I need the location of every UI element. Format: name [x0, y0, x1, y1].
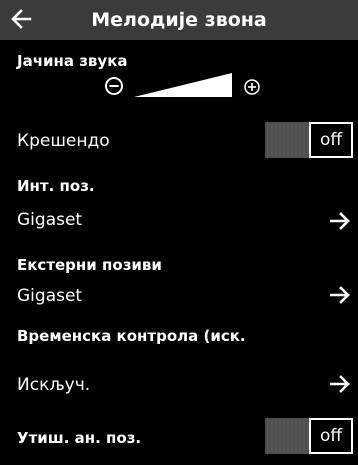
- arrow-right-icon[interactable]: [330, 212, 350, 230]
- time-control-value: Искључ.: [17, 375, 91, 395]
- volume-level-indicator[interactable]: [134, 72, 232, 98]
- mute-anonymous-label: Утиш. ан. поз.: [17, 429, 142, 447]
- arrow-right-icon[interactable]: [330, 375, 350, 393]
- toggle-knob: [265, 418, 309, 454]
- volume-control: [104, 72, 270, 100]
- plus-circle-icon[interactable]: [242, 77, 262, 97]
- crescendo-label: Крешендо: [17, 131, 110, 151]
- header-bar: Мелодије звона: [0, 0, 358, 40]
- time-control-row[interactable]: Искључ.: [0, 370, 358, 406]
- toggle-state: off: [309, 418, 353, 454]
- internal-calls-row[interactable]: Gigaset: [0, 203, 358, 239]
- internal-calls-value: Gigaset: [17, 210, 83, 230]
- time-control-label: Временска контрола (иск.: [17, 327, 246, 345]
- toggle-knob: [265, 122, 309, 158]
- external-calls-value: Gigaset: [17, 286, 83, 306]
- internal-calls-label: Инт. поз.: [17, 177, 95, 195]
- page-title: Мелодије звона: [91, 9, 267, 31]
- toggle-state: off: [309, 122, 353, 158]
- mute-anonymous-toggle[interactable]: off: [265, 418, 353, 454]
- minus-circle-icon[interactable]: [104, 76, 124, 96]
- crescendo-toggle[interactable]: off: [265, 122, 353, 158]
- volume-label: Јачина звука: [17, 52, 128, 70]
- external-calls-label: Екстерни позиви: [17, 256, 162, 274]
- external-calls-row[interactable]: Gigaset: [0, 279, 358, 315]
- arrow-right-icon[interactable]: [330, 286, 350, 304]
